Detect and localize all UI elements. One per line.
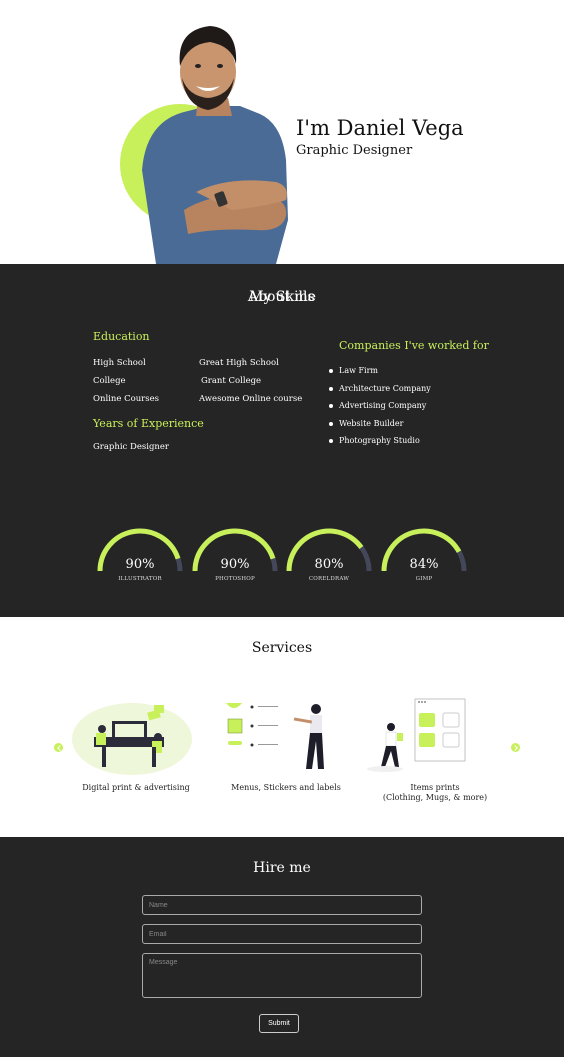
carousel-prev-icon[interactable] (54, 743, 63, 752)
education-row: High School Great High School (93, 358, 279, 368)
company-item: Photography Studio (329, 436, 431, 454)
service-caption: Digital print & advertising (82, 783, 190, 792)
hero-name: I'm Daniel Vega (296, 116, 464, 140)
education-institution: Awesome Online course (199, 394, 303, 404)
skill-gauge-coreldraw: 80% CORELDRAW (284, 526, 374, 586)
skill-name: GIMP (415, 576, 433, 582)
services-title: Services (251, 640, 313, 656)
items-print-illustration (367, 698, 466, 772)
service-card-menus-stickers: Menus, Stickers and labels (216, 697, 356, 807)
skill-percent: 90% (220, 557, 250, 572)
skill-percent: 84% (409, 557, 439, 572)
hero-role: Graphic Designer (296, 143, 413, 158)
companies-list: Law Firm Architecture Company Advertisin… (329, 366, 431, 454)
company-item: Advertising Company (329, 401, 431, 419)
about-section: About me Education High School Great Hig… (0, 264, 564, 617)
education-level: High School (93, 358, 146, 368)
company-item: Law Firm (329, 366, 431, 384)
skill-name: PHOTOSHOP (215, 576, 255, 582)
service-caption-line: (Clothing, Mugs, & more) (382, 793, 488, 802)
skill-percent: 90% (125, 557, 155, 572)
printer-illustration (72, 703, 192, 775)
years-experience-title: Years of Experience (93, 417, 204, 430)
menu-sticker-illustration (226, 703, 324, 769)
education-institution: Grant College (201, 376, 262, 386)
hire-section: Hire me Submit (0, 837, 564, 1057)
skill-gauge-gimp: 84% GIMP (379, 526, 469, 586)
hero-section: I'm Daniel Vega Graphic Designer (0, 0, 564, 264)
education-row: College Grant College (93, 376, 261, 386)
name-input[interactable] (142, 895, 422, 915)
skills-title: My Skills (249, 289, 315, 305)
service-caption-line: Items prints (410, 783, 460, 792)
carousel-next-icon[interactable] (511, 743, 520, 752)
message-textarea[interactable] (142, 953, 422, 998)
skill-gauge-photoshop: 90% PHOTOSHOP (190, 526, 280, 586)
email-input[interactable] (142, 924, 422, 944)
skill-name: ILLUSTRATOR (118, 576, 162, 582)
skill-name: CORELDRAW (308, 576, 350, 582)
education-title: Education (93, 330, 150, 343)
services-section: Services Digital print & advertising Men… (0, 617, 564, 837)
skill-gauge-illustrator: 90% ILLUSTRATOR (95, 526, 185, 586)
education-level: Online Courses (93, 394, 159, 404)
education-institution: Great High School (199, 358, 279, 368)
service-caption: Items prints (Clothing, Mugs, & more) (365, 783, 505, 803)
education-row: Online Courses Awesome Online course (93, 394, 302, 404)
company-item: Website Builder (329, 419, 431, 437)
service-card-digital-print: Digital print & advertising (66, 697, 206, 807)
company-item: Architecture Company (329, 384, 431, 402)
years-experience-item: Graphic Designer (93, 442, 169, 452)
skill-percent: 80% (314, 557, 344, 572)
companies-title: Companies I've worked for (339, 339, 489, 352)
hire-title: Hire me (253, 860, 311, 876)
service-card-items-prints: Items prints (Clothing, Mugs, & more) (365, 697, 505, 807)
education-level: College (93, 376, 126, 386)
service-caption: Menus, Stickers and labels (231, 783, 341, 792)
submit-button[interactable]: Submit (259, 1014, 299, 1033)
portrait-photo (142, 26, 288, 264)
